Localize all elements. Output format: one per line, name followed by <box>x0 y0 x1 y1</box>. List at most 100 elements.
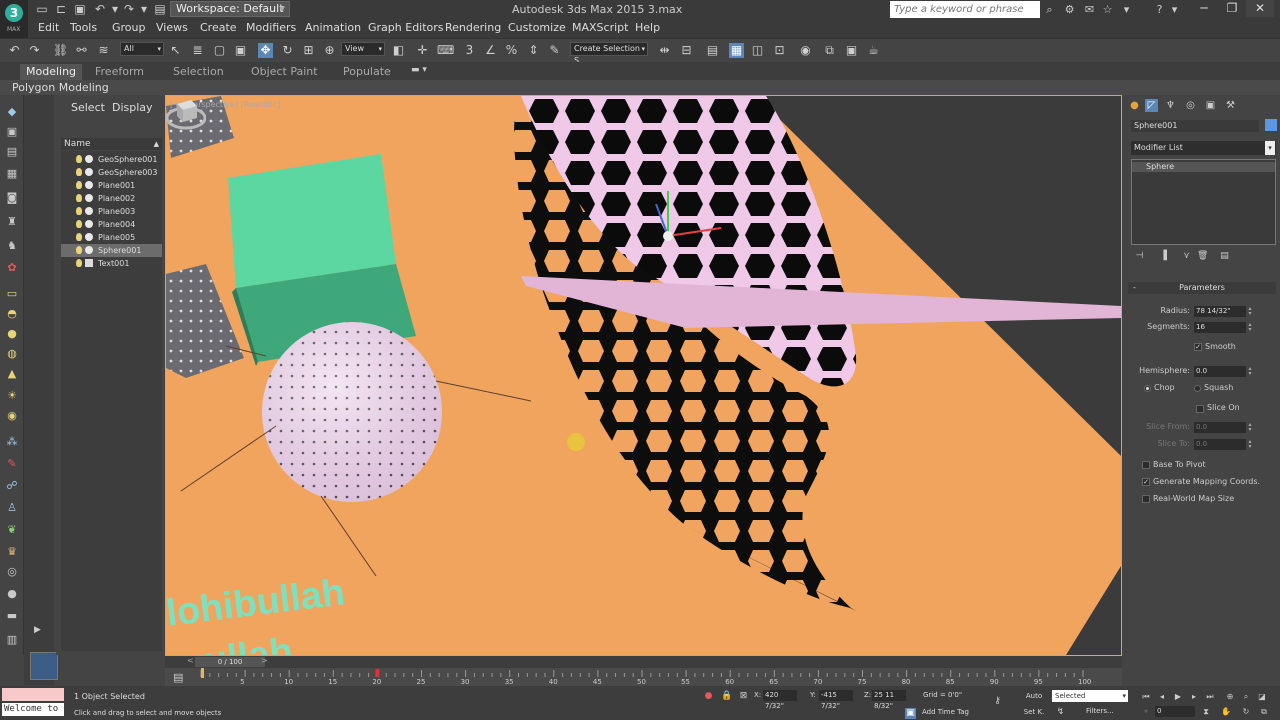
go-to-end-icon[interactable]: ⏭ <box>1204 691 1216 702</box>
menu-customize[interactable]: Customize <box>508 20 566 36</box>
search-input[interactable]: Type a keyword or phrase <box>890 1 1040 18</box>
set-key-button[interactable]: Set K. <box>1022 706 1046 718</box>
link-icon[interactable]: ⛓ <box>53 43 68 58</box>
open-file-icon[interactable]: ⊏ <box>54 3 68 16</box>
motion-tab-icon[interactable]: ◎ <box>1184 99 1197 112</box>
radius-input[interactable]: 78 14/32" <box>1194 306 1246 317</box>
explorer-tab-select[interactable]: Select <box>71 101 105 114</box>
ribbon-options-icon[interactable]: ▬ ▾ <box>411 65 431 77</box>
render-setup-icon[interactable]: ⧉ <box>822 43 837 58</box>
radius-spinner[interactable]: ▴ ▾ <box>1247 306 1253 317</box>
visibility-bulb-icon[interactable] <box>76 233 82 241</box>
visibility-bulb-icon[interactable] <box>76 194 82 202</box>
hemisphere-spinner[interactable]: ▴ ▾ <box>1247 366 1253 377</box>
visibility-bulb-icon[interactable] <box>76 155 82 163</box>
tab-selection[interactable]: Selection <box>167 64 230 80</box>
current-frame-marker[interactable] <box>201 668 204 678</box>
help-dropdown-icon[interactable]: ▾ <box>1168 3 1181 16</box>
select-and-rotate-icon[interactable]: ↻ <box>280 43 295 58</box>
slice-to-spinner[interactable]: ▴ ▾ <box>1247 439 1253 450</box>
selection-filter-dropdown[interactable]: All ▾ <box>120 42 164 56</box>
mirror-icon[interactable]: ⇹ <box>657 43 672 58</box>
filters-button[interactable]: Filters... <box>1086 707 1114 715</box>
visibility-bulb-icon[interactable] <box>76 168 82 176</box>
maximize-button[interactable]: ❐ <box>1218 0 1246 17</box>
mr-proxy-icon[interactable]: ♛ <box>4 545 20 559</box>
favorites-star-icon[interactable]: ☆ <box>1101 3 1114 16</box>
explorer-row[interactable]: Plane002 <box>61 192 162 205</box>
hemisphere-input[interactable]: 0.0 <box>1194 366 1246 377</box>
light-icon[interactable]: ☀ <box>4 389 20 403</box>
scene-icon[interactable]: ▣ <box>4 125 20 139</box>
pyramid-object-icon[interactable]: ▲ <box>4 367 20 381</box>
field-of-view-icon[interactable]: ◪ <box>1256 691 1268 702</box>
new-file-icon[interactable]: ▭ <box>35 3 49 16</box>
exchange-icon[interactable]: ▾ <box>1120 3 1133 16</box>
menu-maxscript[interactable]: MAXScript <box>572 20 628 36</box>
cone-object-icon[interactable]: ◓ <box>4 307 20 321</box>
real-world-map-checkbox[interactable] <box>1142 495 1150 503</box>
pan-icon[interactable]: ✋ <box>1220 706 1232 717</box>
workspace-dropdown[interactable]: Workspace: Default ▾ <box>170 1 290 17</box>
explorer-row[interactable]: Plane003 <box>61 205 162 218</box>
menu-rendering[interactable]: Rendering <box>445 20 501 36</box>
object-color-swatch[interactable] <box>1265 119 1277 131</box>
gizmo-center[interactable] <box>663 231 673 241</box>
maxscript-listener-output[interactable] <box>2 688 64 701</box>
modifier-list-dropdown[interactable]: Modifier List ▾ <box>1131 141 1276 155</box>
visibility-bulb-icon[interactable] <box>76 181 82 189</box>
compass-icon[interactable]: ▬ <box>4 609 20 623</box>
make-unique-icon[interactable]: ⋎ <box>1181 251 1192 262</box>
communication-icon[interactable]: ✉ <box>1083 3 1096 16</box>
object-name-field[interactable]: Sphere001 <box>1131 120 1259 132</box>
close-button[interactable]: ✕ <box>1246 0 1274 17</box>
absolute-transform-icon[interactable]: ⊠ <box>738 691 749 702</box>
slice-from-input[interactable]: 0.0 <box>1194 422 1246 433</box>
snaps-toggle-icon[interactable]: 3 <box>462 43 477 58</box>
helper-icon[interactable]: ♜ <box>4 215 20 229</box>
percent-snap-icon[interactable]: % <box>504 43 519 58</box>
box-object-icon[interactable]: ▭ <box>4 287 20 301</box>
camera-icon[interactable]: ◙ <box>4 191 20 205</box>
slice-on-checkbox[interactable] <box>1196 405 1204 413</box>
maxscript-mini-listener[interactable]: Welcome to <box>2 703 64 716</box>
select-and-scale-icon[interactable]: ⊞ <box>301 43 316 58</box>
viewcube-icon[interactable] <box>166 96 206 132</box>
y-coordinate-input[interactable]: -415 7/32" <box>819 690 853 710</box>
display-icon[interactable]: ▦ <box>4 167 20 181</box>
segments-input[interactable]: 16 <box>1194 322 1246 333</box>
named-selection-dropdown[interactable]: Create Selection S ▾ <box>570 42 648 65</box>
chop-radio[interactable] <box>1144 385 1151 392</box>
visibility-bulb-icon[interactable] <box>76 259 82 267</box>
unlink-icon[interactable]: ⚯ <box>74 43 89 58</box>
render-production-icon[interactable]: ☕ <box>866 43 881 58</box>
next-frame-arrow-icon[interactable]: > <box>261 656 268 665</box>
rectangular-selection-icon[interactable]: ▢ <box>212 43 227 58</box>
keyboard-shortcut-override-icon[interactable]: ⌨ <box>437 43 454 58</box>
x-coordinate-input[interactable]: 420 7/32" <box>763 690 797 710</box>
explorer-tab-display[interactable]: Display <box>112 101 153 114</box>
explorer-row[interactable]: Plane004 <box>61 218 162 231</box>
explorer-row[interactable]: GeoSphere003 <box>61 166 162 179</box>
redo-dropdown-icon[interactable]: ▾ <box>137 3 151 16</box>
zoom-icon[interactable]: ⌕ <box>1240 691 1252 702</box>
sun-icon[interactable]: ◉ <box>4 409 20 423</box>
menu-create[interactable]: Create <box>200 20 237 36</box>
smooth-checkbox[interactable]: ✓ <box>1194 343 1202 351</box>
systems-icon[interactable]: ✿ <box>4 261 20 275</box>
sphere-object-icon[interactable]: ● <box>4 327 20 341</box>
render-icon[interactable]: ▥ <box>4 633 20 647</box>
grid-helper-icon[interactable]: ● <box>4 587 20 601</box>
paint-icon[interactable]: ✎ <box>4 457 20 471</box>
zoom-extents-icon[interactable]: ⊕ <box>1224 691 1236 702</box>
undo-icon[interactable]: ↶ <box>93 3 107 16</box>
subscription-icon[interactable]: ⚙ <box>1063 3 1076 16</box>
light-marker[interactable] <box>567 433 585 451</box>
torus-object-icon[interactable]: ◍ <box>4 347 20 361</box>
align-icon[interactable]: ⊟ <box>679 43 694 58</box>
visibility-bulb-icon[interactable] <box>76 220 82 228</box>
reference-coordinate-dropdown[interactable]: View ▾ <box>341 42 385 56</box>
redo-tool-icon[interactable]: ↷ <box>27 43 42 58</box>
bind-space-warp-icon[interactable]: ≋ <box>96 43 111 58</box>
help-icon[interactable]: ? <box>1153 3 1166 16</box>
